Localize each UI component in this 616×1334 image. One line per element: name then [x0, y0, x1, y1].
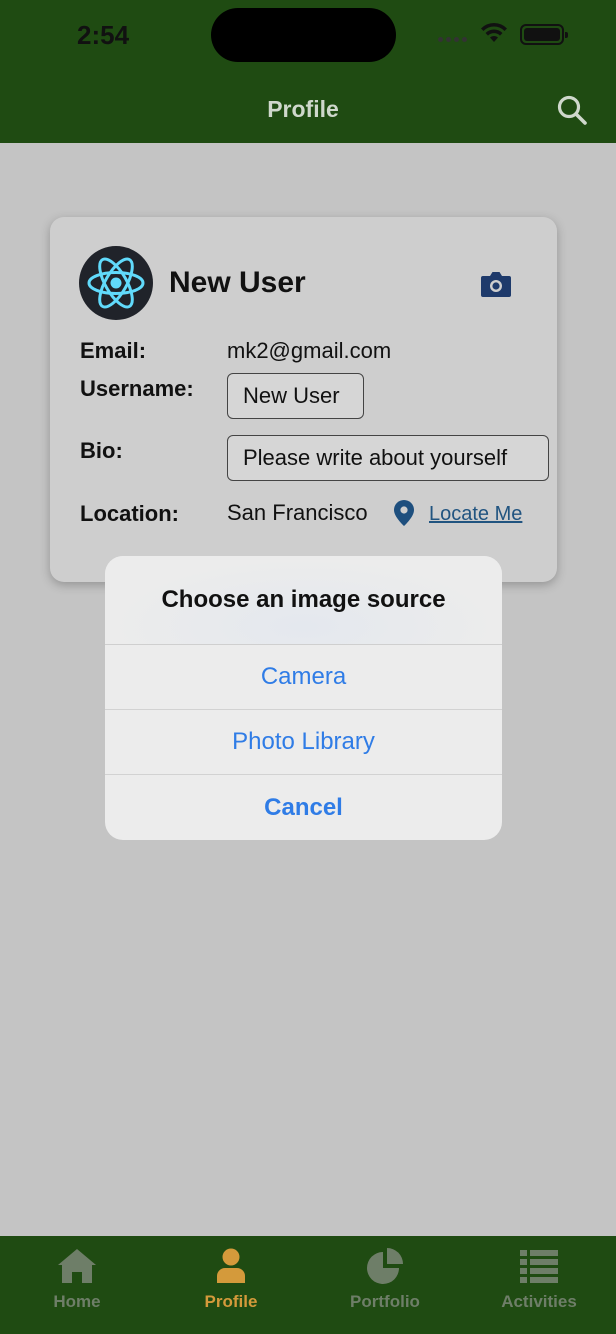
home-icon — [58, 1249, 96, 1283]
wifi-icon — [481, 22, 507, 42]
locate-me-link[interactable]: Locate Me — [429, 503, 522, 526]
list-icon — [520, 1250, 558, 1283]
tab-profile[interactable]: Profile — [154, 1236, 308, 1334]
bio-field[interactable]: Please write about yourself — [227, 435, 549, 481]
profile-name: New User — [169, 266, 306, 299]
username-label: Username: — [80, 376, 194, 401]
tab-label-activities: Activities — [501, 1292, 577, 1311]
email-label: Email: — [80, 338, 147, 363]
dynamic-island — [211, 8, 396, 62]
signal-icon — [438, 37, 467, 42]
location-value: San Francisco — [227, 500, 368, 525]
profile-card: New User Email: mk2@gmail.com Username: … — [50, 217, 557, 582]
camera-option[interactable]: Camera — [105, 645, 502, 710]
tab-home[interactable]: Home — [0, 1236, 154, 1334]
page-title: Profile — [267, 96, 339, 122]
avatar[interactable] — [79, 246, 153, 320]
tab-label-profile: Profile — [204, 1292, 258, 1311]
tab-activities[interactable]: Activities — [462, 1236, 616, 1334]
nav-header: 2:54 Profile — [0, 0, 616, 143]
status-time: 2:54 — [77, 20, 130, 50]
person-icon — [217, 1248, 245, 1283]
pie-chart-icon — [367, 1248, 403, 1284]
search-icon[interactable] — [556, 94, 588, 126]
sheet-title: Choose an image source — [105, 556, 502, 645]
tab-label-home: Home — [53, 1292, 101, 1311]
react-logo-icon — [87, 257, 145, 309]
tab-portfolio[interactable]: Portfolio — [308, 1236, 462, 1334]
email-value: mk2@gmail.com — [227, 338, 392, 363]
tab-label-portfolio: Portfolio — [350, 1292, 420, 1311]
camera-icon[interactable] — [480, 270, 512, 298]
username-field[interactable]: New User — [227, 373, 364, 419]
map-pin-icon[interactable] — [393, 499, 415, 527]
battery-icon — [520, 24, 568, 45]
photo-library-option[interactable]: Photo Library — [105, 710, 502, 775]
location-label: Location: — [80, 501, 179, 526]
image-source-sheet: Choose an image source Camera Photo Libr… — [105, 556, 502, 840]
tab-bar: Home Profile Portfolio Activities — [0, 1236, 616, 1334]
bio-label: Bio: — [80, 438, 123, 463]
cancel-button[interactable]: Cancel — [105, 775, 502, 840]
